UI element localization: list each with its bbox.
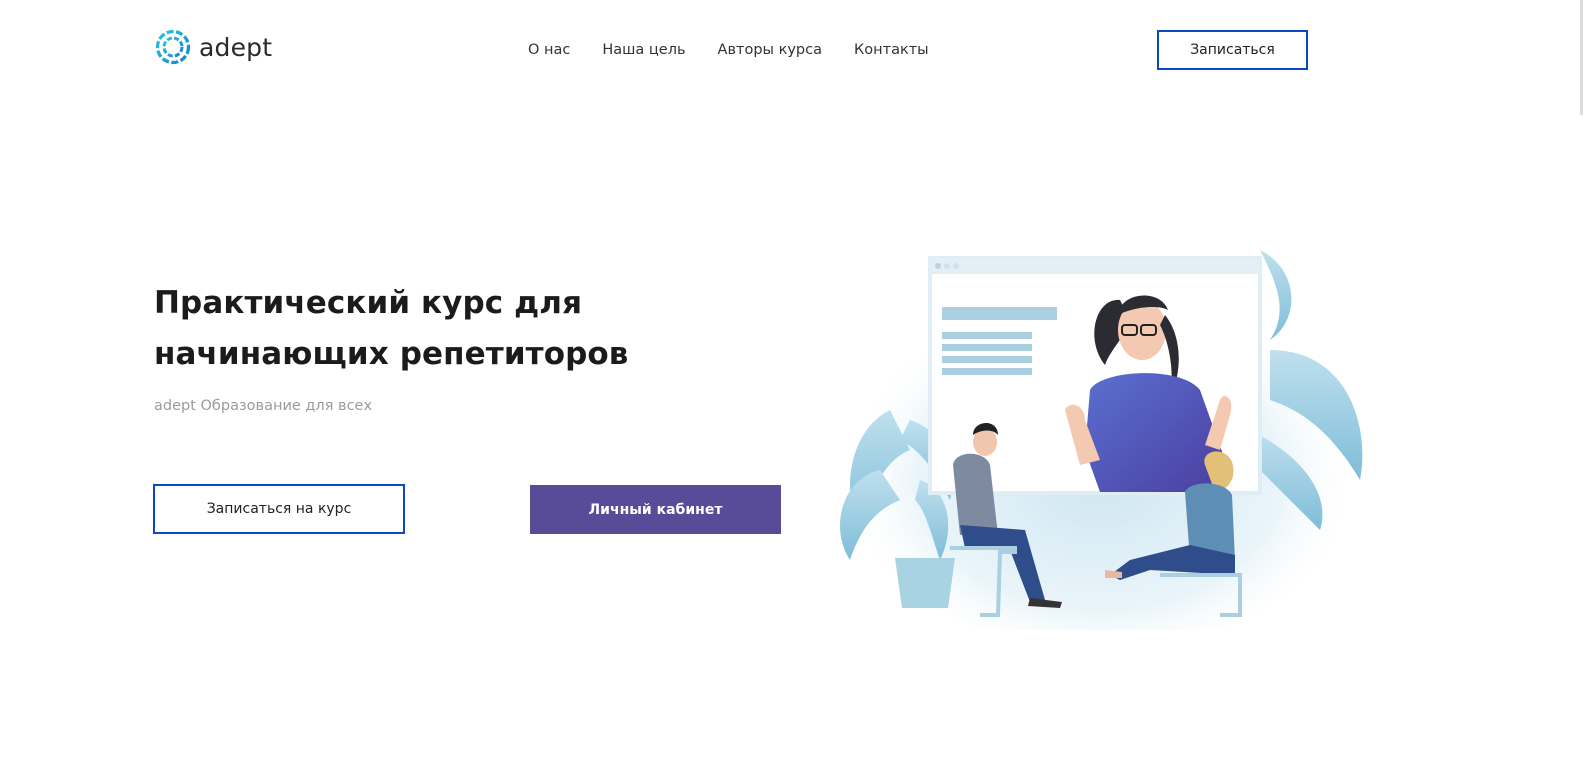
nav-link-contacts[interactable]: Контакты bbox=[854, 40, 929, 60]
plant-pot-shape bbox=[895, 558, 955, 608]
personal-account-button[interactable]: Личный кабинет bbox=[530, 485, 781, 534]
scrollbar-track[interactable] bbox=[1569, 0, 1583, 757]
nav-link-goal[interactable]: Наша цель bbox=[602, 40, 685, 60]
logo[interactable]: adept bbox=[155, 29, 272, 65]
nav-link-authors[interactable]: Авторы курса bbox=[718, 40, 822, 60]
nav-link-about[interactable]: О нас bbox=[528, 40, 570, 60]
main-nav: О нас Наша цель Авторы курса Контакты bbox=[528, 40, 929, 60]
hero-subtitle: adept Образование для всех bbox=[154, 398, 373, 414]
site-header: adept О нас Наша цель Авторы курса Конта… bbox=[0, 0, 1583, 100]
adept-ring-logo-icon bbox=[155, 29, 191, 65]
logo-text: adept bbox=[199, 32, 273, 62]
hero-title: Практический курс для начинающих репетит… bbox=[154, 285, 629, 372]
hero-illustration bbox=[840, 250, 1363, 630]
enroll-course-button[interactable]: Записаться на курс bbox=[153, 484, 405, 534]
signup-button[interactable]: Записаться bbox=[1157, 30, 1308, 70]
